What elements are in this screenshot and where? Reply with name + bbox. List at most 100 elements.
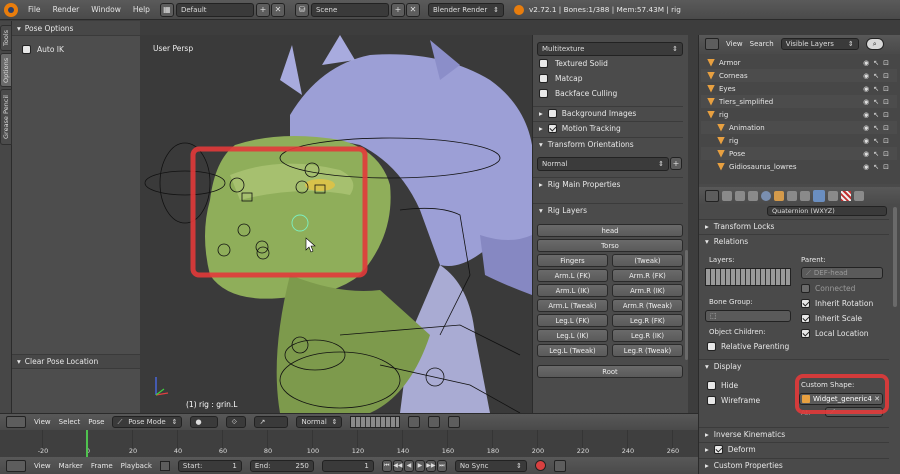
timeline-playback-menu[interactable]: Playback <box>121 462 152 470</box>
search-icon[interactable]: ⌕ <box>865 38 884 50</box>
layer-arm-l-fk-button[interactable]: Arm.L (FK) <box>537 269 608 282</box>
transform-orientation-dropdown[interactable]: Normal ⇕ <box>296 416 343 428</box>
outliner-item[interactable]: Tiers_simplified ◉↖⊡ <box>701 95 897 108</box>
object-tab-icon[interactable] <box>774 191 784 201</box>
outliner-item[interactable]: Armor ◉↖⊡ <box>701 56 897 69</box>
jump-start-icon[interactable]: ⏮ <box>381 459 392 472</box>
timeline-frame-menu[interactable]: Frame <box>91 462 113 470</box>
mode-dropdown[interactable]: ⟋ Pose Mode ⇕ <box>112 416 183 428</box>
visibility-icons[interactable]: ◉↖⊡ <box>863 137 893 145</box>
motion-tracking-header[interactable]: ▸ Motion Tracking <box>533 121 683 135</box>
matcap-checkbox[interactable] <box>539 74 548 83</box>
visibility-icons[interactable]: ◉↖⊡ <box>863 72 893 80</box>
layer-arm-l-tweak-button[interactable]: Arm.L (Tweak) <box>537 299 608 312</box>
world-tab-icon[interactable] <box>761 191 771 201</box>
layer-torso-button[interactable]: Torso <box>537 239 683 252</box>
menu-file[interactable]: File <box>22 5 47 14</box>
timeline-marker-menu[interactable]: Marker <box>59 462 83 470</box>
local-location-checkbox[interactable] <box>801 329 810 338</box>
viewport-editor-icon[interactable] <box>6 416 26 428</box>
properties-scrollbar[interactable] <box>893 207 897 307</box>
playback-controls[interactable]: ⏮ ◀◀ ◀ ▶ ▶▶ ⏭ <box>381 459 447 472</box>
visibility-icons[interactable]: ◉↖⊡ <box>863 150 893 158</box>
visibility-icons[interactable]: ◉↖⊡ <box>863 124 893 132</box>
manipulator-toggles[interactable]: ↗ <box>254 416 289 428</box>
wireframe-checkbox[interactable] <box>707 396 716 405</box>
relations-header[interactable]: ▾ Relations <box>699 234 889 248</box>
bone-constraints-tab-icon[interactable] <box>828 191 838 201</box>
sync-mode-dropdown[interactable]: No Sync ⇕ <box>454 459 527 472</box>
visibility-icons[interactable]: ◉↖⊡ <box>863 111 893 119</box>
textured-solid-checkbox[interactable] <box>539 59 548 68</box>
visibility-icons[interactable]: ◉↖⊡ <box>863 98 893 106</box>
scene-icon[interactable]: ⛁ <box>294 2 309 17</box>
play-icon[interactable]: ▶ <box>414 459 425 472</box>
deform-header[interactable]: ▸ Deform <box>699 442 889 456</box>
menu-window[interactable]: Window <box>85 5 127 14</box>
layer-arm-l-ik-button[interactable]: Arm.L (IK) <box>537 284 608 297</box>
prev-keyframe-icon[interactable]: ◀◀ <box>392 459 403 472</box>
shading-mode-dropdown[interactable]: Multitexture ⇕ <box>537 42 683 56</box>
play-reverse-icon[interactable]: ◀ <box>403 459 414 472</box>
end-frame-field[interactable]: End: 250 <box>249 459 314 472</box>
outliner-item[interactable]: Corneas ◉↖⊡ <box>701 69 897 82</box>
timeline-ruler[interactable]: -20 0 20 40 60 80 100 120 140 160 180 200 220 240 260 <box>0 430 698 457</box>
visibility-icons[interactable]: ◉↖⊡ <box>863 59 893 67</box>
layer-fingers-button[interactable]: Fingers <box>537 254 608 267</box>
add-layout-icon[interactable]: + <box>255 2 270 17</box>
layer-leg-r-fk-button[interactable]: Leg.R (FK) <box>612 314 683 327</box>
outliner-filter-dropdown[interactable]: Visible Layers ⇕ <box>780 38 859 50</box>
outliner-item[interactable]: Animation ◉↖⊡ <box>701 121 897 134</box>
layer-head-button[interactable]: head <box>537 224 683 237</box>
hide-checkbox[interactable] <box>707 381 716 390</box>
layer-fingers-tweak-button[interactable]: (Tweak) <box>612 254 683 267</box>
physics-tab-icon[interactable] <box>854 191 864 201</box>
render-preview-icon[interactable] <box>448 416 461 428</box>
background-images-checkbox[interactable] <box>547 109 557 118</box>
remove-layout-icon[interactable]: ✕ <box>270 2 285 17</box>
rotation-mode-dropdown[interactable]: Quaternion (WXYZ) <box>767 206 887 216</box>
layer-leg-r-tweak-button[interactable]: Leg.R (Tweak) <box>612 344 683 357</box>
inverse-kinematics-header[interactable]: ▸ Inverse Kinematics <box>699 427 889 441</box>
menu-render[interactable]: Render <box>47 5 86 14</box>
deform-checkbox[interactable] <box>713 445 723 454</box>
auto-ik-checkbox[interactable] <box>22 45 31 54</box>
outliner-item[interactable]: Gidiosaurus_lowres ◉↖⊡ <box>701 160 897 173</box>
3d-viewport[interactable]: User Persp (1) rig : grin.L <box>140 35 532 413</box>
constraints-tab-icon[interactable] <box>787 191 797 201</box>
inherit-scale-checkbox[interactable] <box>801 314 810 323</box>
shading-dropdown[interactable]: ● <box>190 416 219 428</box>
viewport-view-menu[interactable]: View <box>34 418 51 426</box>
menu-help[interactable]: Help <box>127 5 156 14</box>
rig-main-properties-header[interactable]: ▸ Rig Main Properties <box>533 177 683 191</box>
remove-scene-icon[interactable]: ✕ <box>405 2 420 17</box>
keying-set-icon[interactable] <box>553 459 566 472</box>
connected-checkbox[interactable] <box>801 284 810 293</box>
inherit-rotation-checkbox[interactable] <box>801 299 810 308</box>
scene-field[interactable]: Scene <box>310 2 389 17</box>
outliner-view-menu[interactable]: View <box>726 40 743 48</box>
motion-tracking-checkbox[interactable] <box>547 124 557 133</box>
layer-leg-l-ik-button[interactable]: Leg.L (IK) <box>537 329 608 342</box>
layer-leg-l-tweak-button[interactable]: Leg.L (Tweak) <box>537 344 608 357</box>
parent-field[interactable]: ⟋ DEF-head <box>801 267 883 279</box>
preview-range-icon[interactable] <box>159 460 170 471</box>
start-frame-field[interactable]: Start: 1 <box>177 459 242 472</box>
timeline-view-menu[interactable]: View <box>34 462 51 470</box>
outliner-item[interactable]: rig ◉↖⊡ <box>701 108 897 121</box>
add-scene-icon[interactable]: + <box>390 2 405 17</box>
layer-arm-r-fk-button[interactable]: Arm.R (FK) <box>612 269 683 282</box>
screen-layout-icon[interactable]: ▦ <box>159 2 174 17</box>
outliner-search-menu[interactable]: Search <box>750 40 774 48</box>
tab-grease-pencil[interactable]: Grease Pencil <box>0 89 12 145</box>
bone-group-field[interactable]: ⬚ <box>705 310 791 322</box>
relative-parenting-checkbox[interactable] <box>707 342 716 351</box>
outliner-item[interactable]: Pose ◉↖⊡ <box>701 147 897 160</box>
layer-arm-r-ik-button[interactable]: Arm.R (IK) <box>612 284 683 297</box>
layer-leg-r-ik-button[interactable]: Leg.R (IK) <box>612 329 683 342</box>
next-keyframe-icon[interactable]: ▶▶ <box>425 459 436 472</box>
tab-options[interactable]: Options <box>0 53 12 87</box>
armature-tab-icon[interactable] <box>800 191 810 201</box>
snap-icon[interactable] <box>428 416 441 428</box>
background-images-header[interactable]: ▸ Background Images <box>533 106 683 120</box>
